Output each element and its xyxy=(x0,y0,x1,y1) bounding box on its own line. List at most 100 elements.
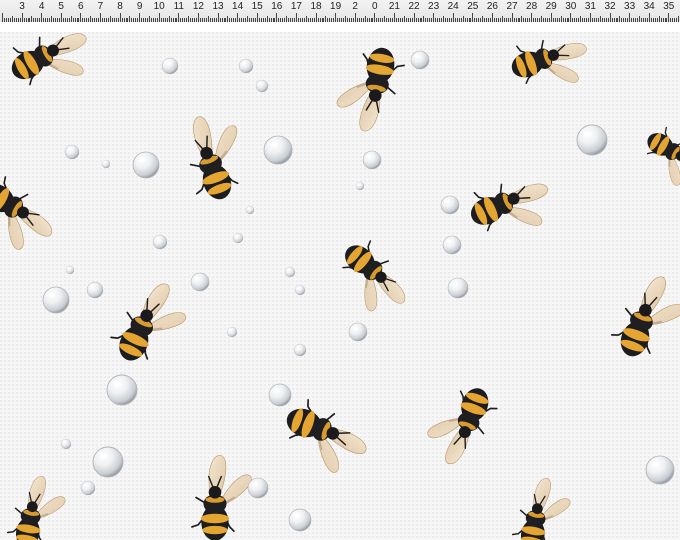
ruler-tick xyxy=(315,13,317,22)
ruler-tick xyxy=(413,13,415,22)
bumblebee xyxy=(634,121,680,195)
water-drop xyxy=(284,266,296,278)
ruler-tick xyxy=(511,13,513,22)
water-drop xyxy=(64,144,80,160)
ruler-number: 8 xyxy=(117,1,123,12)
bumblebee xyxy=(1,32,102,105)
water-drop xyxy=(245,205,255,215)
ruler-number: 32 xyxy=(604,1,616,12)
ruler-tick xyxy=(100,13,101,22)
water-drop xyxy=(80,480,96,496)
ruler-tick xyxy=(452,13,454,22)
water-drop xyxy=(42,286,70,314)
ruler-tick xyxy=(433,13,435,22)
ruler-number: 30 xyxy=(565,1,577,12)
ruler-number: 34 xyxy=(643,1,655,12)
bumblebee xyxy=(419,376,503,474)
ruler-tick xyxy=(531,13,533,22)
water-drop xyxy=(232,232,244,244)
ruler-number: 28 xyxy=(526,1,538,12)
water-drop xyxy=(263,135,293,165)
ruler-tick xyxy=(374,13,376,22)
ruler-number: 26 xyxy=(486,1,498,12)
ruler-tick xyxy=(237,13,239,22)
ruler-number: 17 xyxy=(290,1,302,12)
ruler-number: 16 xyxy=(271,1,283,12)
ruler-number: 22 xyxy=(408,1,420,12)
ruler-tick xyxy=(139,13,141,22)
ruler-tick xyxy=(80,13,82,22)
bee-pattern xyxy=(0,32,680,540)
ruler-tick xyxy=(119,13,121,22)
water-drop xyxy=(132,151,160,179)
water-drop xyxy=(293,343,307,357)
bumblebee xyxy=(606,266,680,369)
water-drop xyxy=(190,272,210,292)
ruler-tick xyxy=(178,13,180,22)
water-drop xyxy=(161,57,179,75)
water-drop xyxy=(410,50,430,70)
water-drop xyxy=(247,477,269,499)
ruler-tick xyxy=(158,13,160,22)
ruler-number: 35 xyxy=(663,1,675,12)
ruler-number: 9 xyxy=(136,1,143,12)
ruler-number: 14 xyxy=(232,1,244,12)
ruler-gap xyxy=(0,22,680,32)
water-drop xyxy=(348,322,368,342)
ruler-tick xyxy=(648,13,650,22)
ruler-tick xyxy=(256,13,258,22)
ruler-tick xyxy=(41,13,43,22)
bumblebee xyxy=(0,169,66,261)
water-drop-group xyxy=(42,50,675,532)
ruler-tick xyxy=(2,13,3,22)
bumblebee xyxy=(325,232,421,325)
water-drop xyxy=(65,265,75,275)
water-drop xyxy=(255,79,269,93)
ruler-tick xyxy=(276,13,278,22)
ruler-number: 23 xyxy=(428,1,440,12)
ruler-number: 25 xyxy=(467,1,479,12)
ruler-tick xyxy=(492,13,493,22)
ruler-number: 10 xyxy=(153,1,165,12)
ruler-number: 21 xyxy=(388,1,400,12)
bumblebee xyxy=(274,394,377,482)
water-drop xyxy=(440,195,460,215)
ruler-tick xyxy=(354,13,356,22)
water-drop xyxy=(106,374,138,406)
bumblebee xyxy=(171,105,259,208)
ruler-number: 15 xyxy=(251,1,263,12)
water-drop xyxy=(288,508,312,532)
water-drop xyxy=(238,58,254,74)
ruler-number: 4 xyxy=(38,1,45,12)
ruler-number: 5 xyxy=(58,1,64,12)
water-drop xyxy=(294,284,306,296)
water-drop xyxy=(645,455,675,485)
ruler-tick xyxy=(609,13,611,22)
bumblebee xyxy=(461,163,561,251)
water-drop xyxy=(355,181,365,191)
ruler-number: 2 xyxy=(352,1,358,12)
water-drop xyxy=(576,124,608,156)
ruler-number: 0 xyxy=(372,1,378,12)
water-drop xyxy=(60,438,72,450)
ruler-tick xyxy=(629,13,631,22)
water-drop xyxy=(447,277,469,299)
ruler-number: 13 xyxy=(212,1,224,12)
water-drop xyxy=(442,235,462,255)
water-drop xyxy=(86,281,104,299)
ruler-number: 33 xyxy=(624,1,636,12)
ruler-tick xyxy=(394,13,395,22)
ruler-number: 19 xyxy=(330,1,342,12)
ruler-tick xyxy=(217,13,219,22)
ruler-number: 31 xyxy=(584,1,596,12)
bumblebee xyxy=(4,471,70,540)
water-drop xyxy=(268,383,292,407)
water-drop xyxy=(226,326,238,338)
bumblebee xyxy=(509,473,575,540)
ruler-number: 29 xyxy=(545,1,557,12)
ruler-tick xyxy=(550,13,552,22)
ruler-tick xyxy=(335,13,337,22)
ruler-number: 3 xyxy=(19,1,25,12)
bumblebee xyxy=(191,454,253,540)
ruler-number: 24 xyxy=(447,1,459,12)
